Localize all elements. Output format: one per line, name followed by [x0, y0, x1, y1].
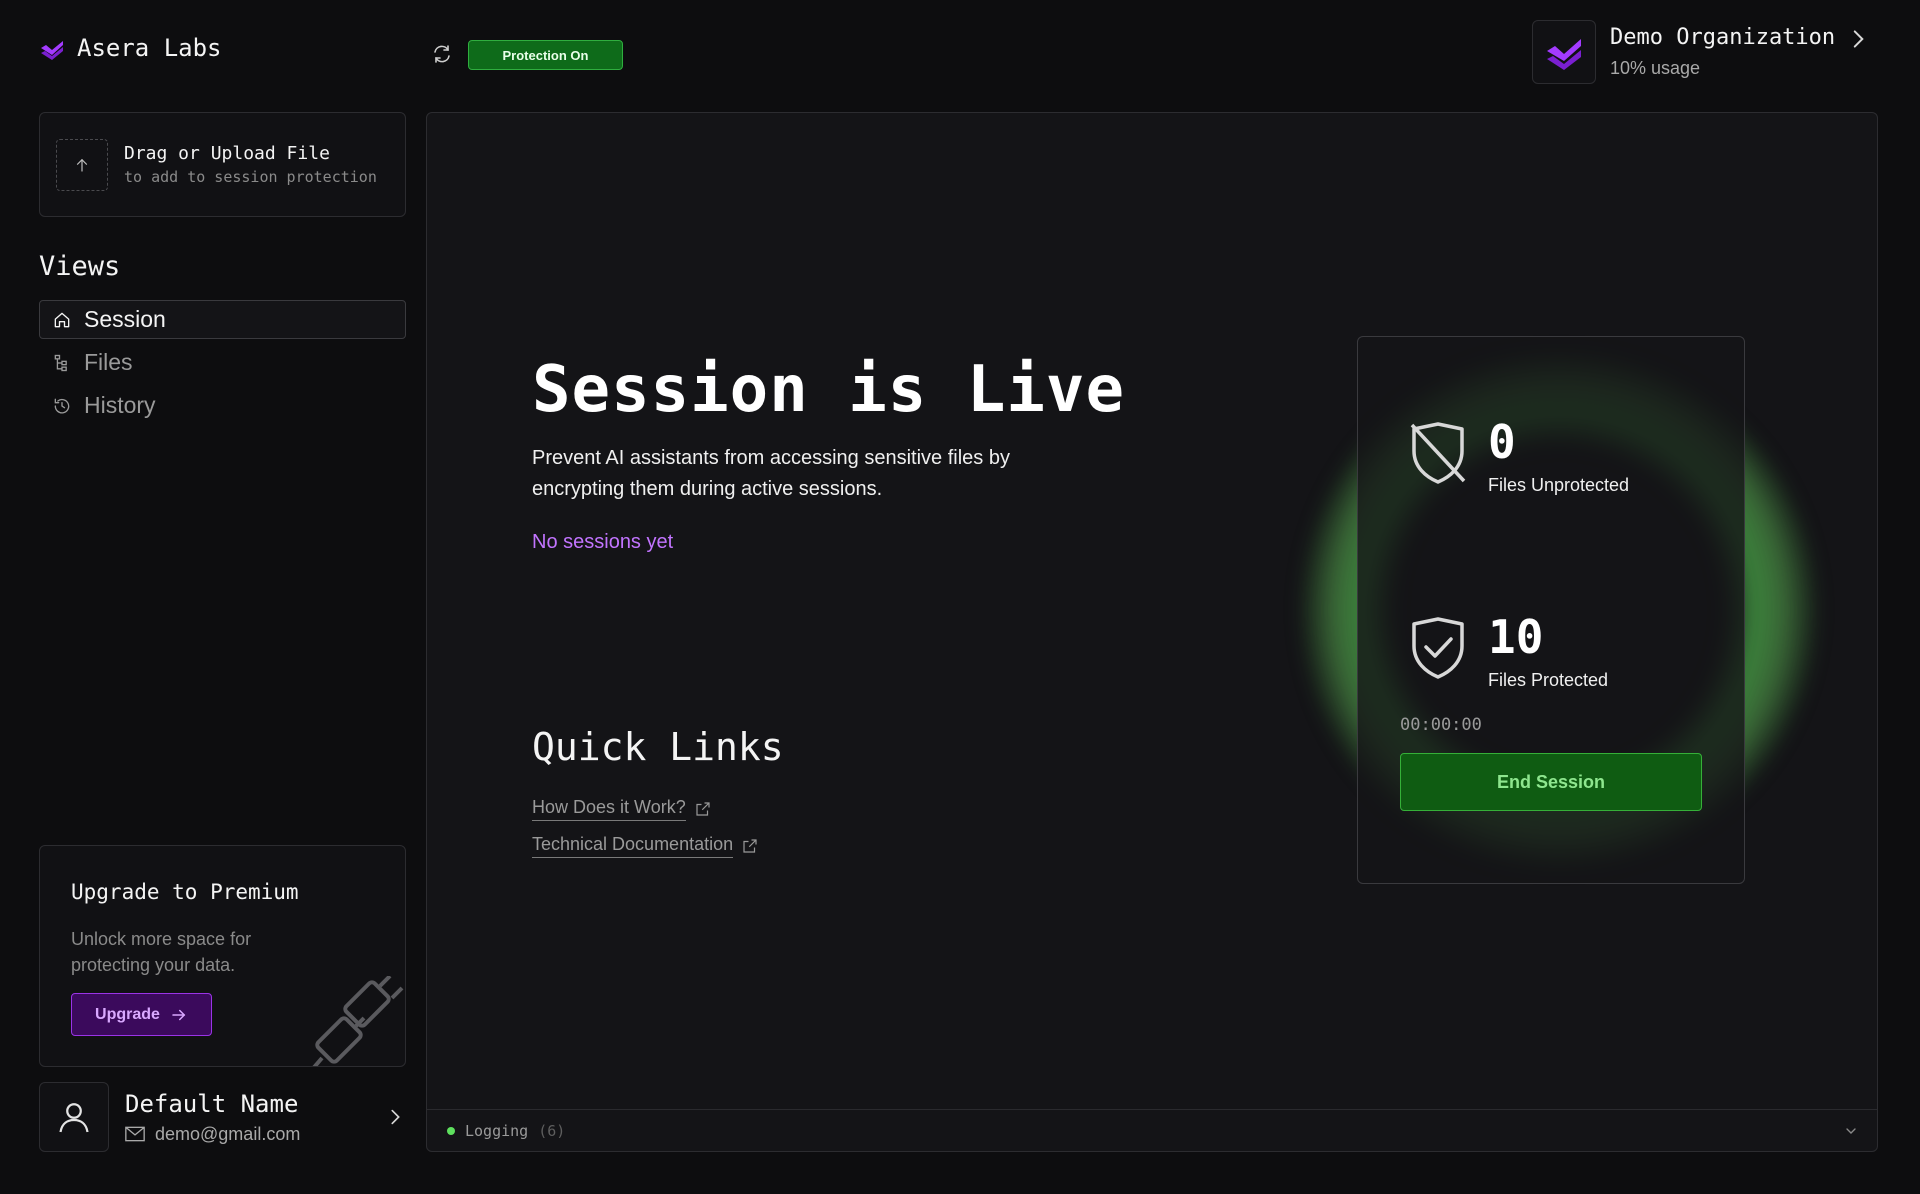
- protected-count: 10: [1488, 610, 1544, 664]
- org-logo: [1532, 20, 1596, 84]
- asera-logo-icon: [41, 41, 63, 60]
- upgrade-card: Upgrade to Premium Unlock more space for…: [39, 845, 406, 1067]
- arrow-up-icon: [76, 158, 88, 172]
- avatar: [39, 1082, 109, 1152]
- views-heading: Views: [39, 251, 121, 282]
- user-profile[interactable]: Default Name demo@gmail.com: [39, 1082, 409, 1152]
- stat-protected: 10 Files Protected: [1408, 612, 1608, 691]
- brand: Asera Labs: [39, 34, 222, 62]
- user-email: demo@gmail.com: [155, 1123, 301, 1144]
- file-tree-icon: [54, 354, 67, 371]
- organization-switcher[interactable]: Demo Organization 10% usage: [1532, 20, 1835, 84]
- link-label: How Does it Work?: [532, 797, 686, 821]
- plug-icon: [312, 976, 404, 1066]
- link-technical-docs[interactable]: Technical Documentation: [532, 834, 759, 858]
- upgrade-button-label: Upgrade: [95, 1005, 160, 1023]
- quick-links-heading: Quick Links: [532, 725, 784, 769]
- sidebar-item-label: History: [84, 392, 156, 418]
- org-name: Demo Organization: [1610, 25, 1836, 50]
- sidebar-item-session[interactable]: Session: [39, 300, 406, 339]
- user-email-row: demo@gmail.com: [125, 1124, 300, 1145]
- logging-bar[interactable]: Logging (6): [427, 1109, 1877, 1151]
- chevron-down-icon[interactable]: [1843, 1123, 1859, 1139]
- brand-name: Asera Labs: [77, 34, 222, 62]
- link-label: Technical Documentation: [532, 834, 734, 858]
- session-timer: 00:00:00: [1400, 715, 1482, 735]
- arrow-right-icon: [172, 1009, 186, 1020]
- upload-subtitle: to add to session protection: [124, 168, 377, 186]
- main-panel: Session is Live Prevent AI assistants fr…: [426, 112, 1878, 1152]
- upgrade-description: Unlock more space for protecting your da…: [71, 929, 252, 975]
- page-title: Session is Live: [532, 353, 1125, 427]
- upload-title: Drag or Upload File: [124, 143, 330, 164]
- protection-status-badge: Protection On: [468, 40, 623, 70]
- chevron-right-icon[interactable]: [384, 1106, 406, 1128]
- chevron-right-icon[interactable]: [1845, 26, 1871, 52]
- logging-status-dot: [447, 1127, 455, 1135]
- no-sessions-text: No sessions yet: [532, 531, 674, 553]
- external-link-icon: [743, 839, 757, 853]
- upload-button[interactable]: [56, 138, 108, 191]
- home-icon: [54, 312, 70, 327]
- sidebar-item-label: Session: [84, 306, 166, 332]
- refresh-icon[interactable]: [430, 42, 454, 66]
- upgrade-button[interactable]: Upgrade: [71, 993, 212, 1036]
- external-link-icon: [696, 802, 710, 816]
- user-icon: [59, 1103, 89, 1133]
- upgrade-title: Upgrade to Premium: [71, 880, 299, 904]
- logging-count: (6): [538, 1122, 566, 1140]
- shield-off-icon: [1410, 422, 1466, 484]
- upload-dropzone[interactable]: Drag or Upload File to add to session pr…: [39, 112, 406, 217]
- sidebar-item-history[interactable]: History: [39, 386, 406, 425]
- sidebar-item-files[interactable]: Files: [39, 343, 406, 382]
- end-session-button[interactable]: End Session: [1400, 753, 1702, 811]
- org-usage: 10% usage: [1610, 58, 1701, 78]
- unprotected-count: 0: [1488, 415, 1516, 469]
- org-logo-icon: [1547, 39, 1581, 70]
- protected-label: Files Protected: [1488, 670, 1609, 690]
- user-name: Default Name: [125, 1089, 299, 1118]
- session-card: 0 Files Unprotected 10 Files Protected 0…: [1357, 336, 1745, 884]
- stat-unprotected: 0 Files Unprotected: [1408, 417, 1629, 496]
- unprotected-label: Files Unprotected: [1488, 475, 1630, 495]
- session-description: Prevent AI assistants from accessing sen…: [532, 447, 1010, 500]
- sidebar-item-label: Files: [84, 349, 133, 375]
- logging-label: Logging: [465, 1122, 529, 1140]
- shield-check-icon: [1412, 617, 1464, 679]
- sidebar-nav: Session Files History: [39, 300, 406, 429]
- link-how-it-works[interactable]: How Does it Work?: [532, 797, 712, 821]
- mail-icon: [125, 1126, 145, 1142]
- history-icon: [54, 398, 70, 414]
